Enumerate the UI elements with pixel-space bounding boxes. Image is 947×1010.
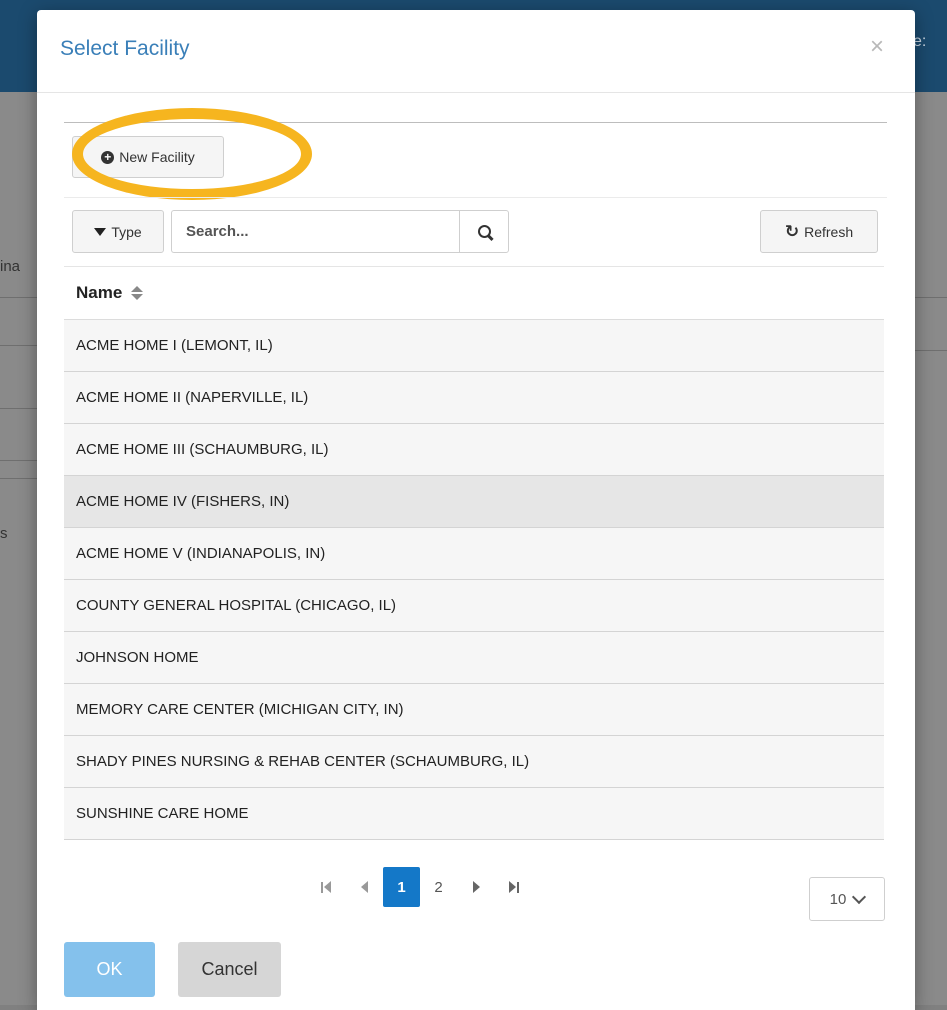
cancel-button[interactable]: Cancel [178, 942, 281, 997]
sort-icon [131, 286, 144, 300]
select-facility-dialog: Select Facility × + New Facility Type ↻ … [37, 10, 915, 1010]
divider [64, 197, 887, 198]
next-page-icon[interactable] [457, 867, 495, 907]
dialog-header: Select Facility × [37, 10, 915, 93]
search-icon [477, 225, 491, 238]
refresh-label: Refresh [804, 223, 854, 240]
refresh-icon: ↻ [784, 221, 800, 241]
page-size-value: 10 [829, 890, 847, 908]
table-row-selected[interactable]: ACME HOME IV (FISHERS, IN) [64, 476, 884, 528]
table-row[interactable]: MEMORY CARE CENTER (MICHIGAN CITY, IN) [64, 684, 884, 736]
page-button-1[interactable]: 1 [383, 867, 420, 907]
divider [0, 297, 38, 298]
pagination: 1 2 [307, 867, 533, 907]
dialog-title: Select Facility [60, 37, 190, 60]
divider [0, 408, 38, 409]
table-row[interactable]: SUNSHINE CARE HOME [64, 788, 884, 840]
search-button[interactable] [459, 210, 509, 253]
chevron-down-icon [852, 889, 867, 904]
close-icon[interactable]: × [870, 35, 884, 59]
table-row[interactable]: ACME HOME V (INDIANAPOLIS, IN) [64, 528, 884, 580]
column-header-label: Name [76, 283, 123, 302]
divider [0, 460, 38, 461]
type-filter-label: Type [111, 223, 142, 240]
divider [0, 345, 38, 346]
type-filter-button[interactable]: Type [72, 210, 164, 253]
header-fragment: e: [913, 33, 927, 50]
table-row[interactable]: JOHNSON HOME [64, 632, 884, 684]
left-fragment-text: ina [0, 258, 21, 275]
page-button-2[interactable]: 2 [420, 867, 457, 907]
facility-grid: Name ACME HOME I (LEMONT, IL) ACME HOME … [64, 266, 884, 840]
plus-circle-icon: + [101, 150, 115, 164]
table-row[interactable]: ACME HOME I (LEMONT, IL) [64, 320, 884, 372]
new-facility-label: New Facility [119, 149, 195, 165]
divider [915, 297, 947, 298]
last-page-icon[interactable] [495, 867, 533, 907]
filter-icon [94, 227, 107, 236]
table-row[interactable]: ACME HOME III (SCHAUMBURG, IL) [64, 424, 884, 476]
name-column-header[interactable]: Name [64, 266, 884, 320]
page-size-select[interactable]: 10 [809, 877, 885, 921]
previous-page-icon[interactable] [345, 867, 383, 907]
table-row[interactable]: COUNTY GENERAL HOSPITAL (CHICAGO, IL) [64, 580, 884, 632]
table-row[interactable]: SHADY PINES NURSING & REHAB CENTER (SCHA… [64, 736, 884, 788]
divider [915, 350, 947, 351]
table-row[interactable]: ACME HOME II (NAPERVILLE, IL) [64, 372, 884, 424]
first-page-icon[interactable] [307, 867, 345, 907]
search-input[interactable] [171, 210, 459, 253]
left-fragment-text: s [0, 525, 8, 542]
new-facility-button[interactable]: + New Facility [72, 136, 224, 178]
divider [64, 122, 887, 123]
refresh-button[interactable]: ↻ Refresh [760, 210, 878, 253]
ok-button[interactable]: OK [64, 942, 155, 997]
divider [0, 478, 38, 479]
